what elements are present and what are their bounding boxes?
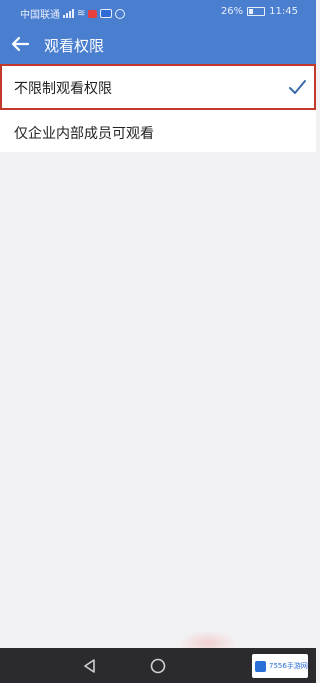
signal-icon	[63, 9, 74, 18]
triangle-back-icon[interactable]	[80, 656, 100, 676]
permission-options-list: 不限制观看权限 仅企业内部成员可观看	[0, 64, 316, 152]
app-bar: 观看权限	[0, 24, 316, 64]
status-bar-left: 中国联通 ≋	[20, 6, 126, 21]
notification-icon	[88, 9, 98, 18]
arrow-left-icon[interactable]	[8, 32, 32, 56]
battery-percent: 26%	[220, 6, 244, 17]
sync-icon	[115, 8, 126, 19]
carrier-label: 中国联通	[20, 10, 60, 21]
status-bar: 中国联通 ≋ 26% 11:45	[0, 0, 316, 24]
wifi-icon: ≋	[77, 8, 86, 19]
option-label: 仅企业内部成员可观看	[14, 126, 154, 142]
watermark-text: 7556手游网	[269, 662, 308, 670]
battery-icon	[247, 7, 266, 16]
page-title: 观看权限	[44, 37, 105, 55]
app-notification-icon	[100, 9, 113, 18]
option-internal-members-only[interactable]: 仅企业内部成员可观看	[0, 110, 316, 152]
logo-mark-icon	[255, 660, 266, 672]
option-unrestricted[interactable]: 不限制观看权限	[0, 64, 316, 110]
option-label: 不限制观看权限	[14, 81, 112, 97]
watermark-logo: 7556手游网	[252, 654, 308, 678]
status-bar-right: 26% 11:45	[221, 6, 298, 17]
circle-home-icon[interactable]	[148, 656, 168, 676]
clock: 11:45	[269, 6, 298, 17]
checkmark-icon	[289, 80, 306, 94]
